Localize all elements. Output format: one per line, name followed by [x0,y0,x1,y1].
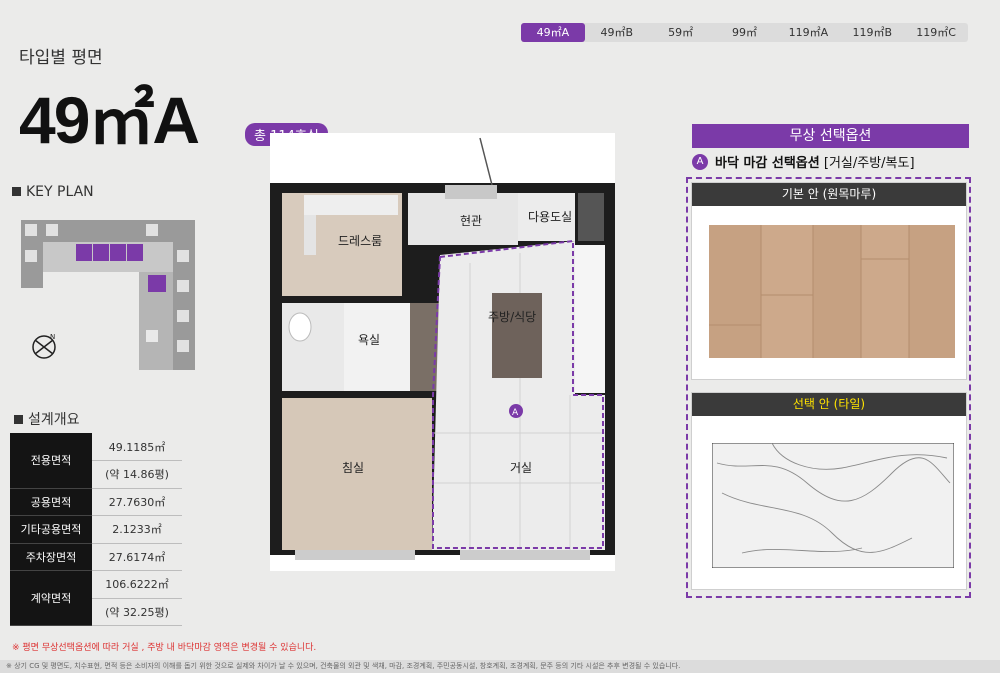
tab-59[interactable]: 59㎡ [649,23,713,42]
section-title: 타입별 평면 [19,48,103,68]
contract-area-label: 계약면적 [10,570,92,626]
common-area-label: 공용면적 [10,488,92,516]
square-bullet-icon [12,187,21,196]
tab-119a[interactable]: 119㎡A [776,23,840,42]
options-subtitle: A 바닥 마감 선택옵션 [거실/주방/복도] [692,152,915,171]
room-label-entrance: 현관 [460,214,482,228]
exclusive-area-pyeong: (약 14.86평) [92,460,182,489]
options-subtitle-main: 바닥 마감 선택옵션 [715,156,820,171]
keyplan-label: KEY PLAN [26,184,94,200]
specs-label: 설계개요 [28,412,80,428]
type-tabs: 49㎡A 49㎡B 59㎡ 99㎡ 119㎡A 119㎡B 119㎡C [521,23,968,42]
common-area-value: 27.7630㎡ [92,488,182,516]
room-label-bath: 욕실 [358,333,380,347]
square-bullet-icon [14,415,23,424]
exclusive-area-label: 전용면적 [10,433,92,489]
tab-119c[interactable]: 119㎡C [904,23,968,42]
other-area-label: 기타공용면적 [10,515,92,544]
disclaimer-footer: ※ 상기 CG 및 평면도, 치수표현, 면적 등은 소비자의 이해를 돕기 위… [0,660,1000,673]
room-label-dressroom: 드레스룸 [338,234,382,248]
floor-plan: 드레스룸 현관 다용도실 주방/식당 욕실 침실 거실 A [270,133,615,571]
wood-floor-swatch [709,225,955,358]
table-row: 전용면적 49.1185㎡ [10,433,182,489]
basic-option-title: 기본 안 (원목마루) [692,183,966,206]
options-header: 무상 선택옵션 [692,124,969,148]
type-title: 49㎡A [19,83,200,157]
table-row: 주차장면적 27.6174㎡ [10,543,182,571]
parking-area-label: 주차장면적 [10,543,92,571]
keyplan-heading: KEY PLAN [12,184,94,200]
contract-area-pyeong: (약 32.25평) [92,598,182,626]
tab-119b[interactable]: 119㎡B [840,23,904,42]
other-area-value: 2.1233㎡ [92,515,182,544]
tab-49b[interactable]: 49㎡B [585,23,649,42]
compass-icon: N [32,333,56,359]
specs-heading: 설계개요 [14,409,80,429]
room-label-kitchen: 주방/식당 [488,310,536,324]
room-label-bedroom: 침실 [342,461,364,475]
room-label-living: 거실 [510,461,532,475]
room-label-utility: 다용도실 [528,210,572,224]
table-row: 계약면적 106.6222㎡ [10,570,182,626]
marble-tile-swatch [712,443,954,568]
exclusive-area-value: 49.1185㎡ [92,433,182,461]
plan-option-marker: A [512,408,519,418]
spec-table: 전용면적 49.1185㎡ (약 14.86평) 공용면적 27.7630㎡ 기… [10,433,182,626]
compass-north-label: N [50,333,55,341]
table-row: 공용면적 27.7630㎡ [10,488,182,516]
option-a-marker: A [692,153,708,170]
parking-area-value: 27.6174㎡ [92,543,182,571]
floor-option-note: ※ 평면 무상선택옵션에 따라 거실 , 주방 내 바닥마감 영역은 변경될 수… [12,643,317,653]
select-option-title: 선택 안 (타일) [692,393,966,416]
tab-99[interactable]: 99㎡ [713,23,777,42]
tab-49a[interactable]: 49㎡A [521,23,585,42]
options-subtitle-extra: [거실/주방/복도] [823,156,915,171]
contract-area-value: 106.6222㎡ [92,570,182,599]
table-row: 기타공용면적 2.1233㎡ [10,515,182,544]
